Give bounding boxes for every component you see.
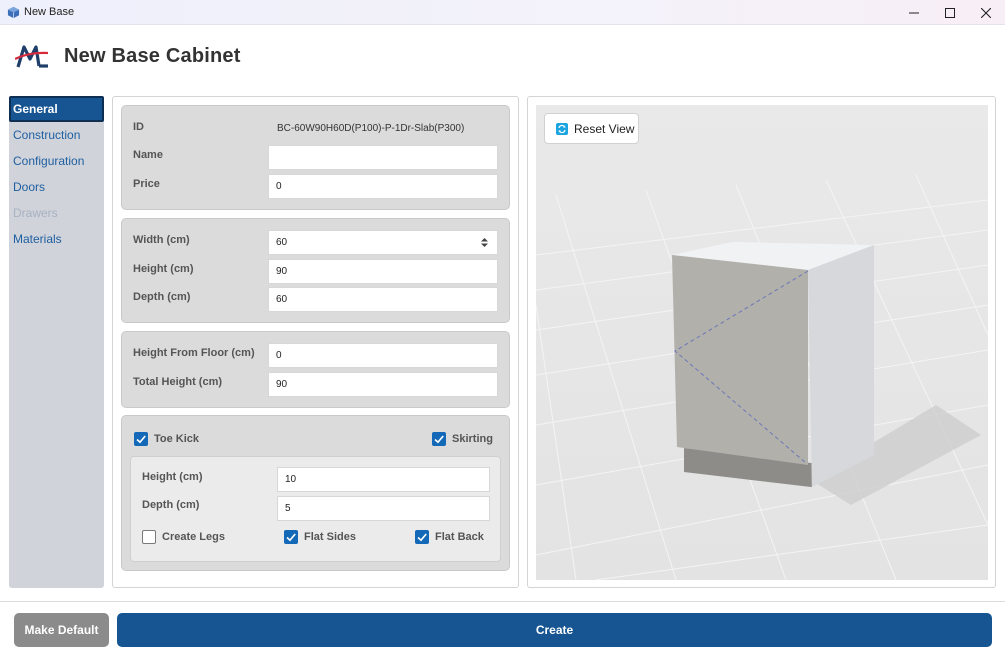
flat-sides-checkbox[interactable] (284, 530, 298, 544)
reset-view-label: Reset View (574, 121, 635, 136)
minimize-button[interactable] (896, 0, 932, 25)
3d-viewport[interactable]: Reset View (536, 105, 988, 580)
general-group: ID BC-60W90H60D(P100)-P-1Dr-Slab(P300) N… (121, 105, 510, 210)
depth-input[interactable]: 60 (268, 287, 498, 312)
sidebar-item-configuration[interactable]: Configuration (9, 148, 104, 174)
create-legs-checkbox[interactable] (142, 530, 156, 544)
width-label: Width (cm) (133, 234, 190, 246)
window-title: New Base (24, 6, 75, 18)
price-label: Price (133, 178, 160, 190)
toe-kick-depth-label: Depth (cm) (142, 499, 200, 511)
create-legs-label: Create Legs (162, 531, 225, 543)
spinner-icon[interactable] (481, 238, 488, 247)
skirting-checkbox[interactable] (432, 432, 446, 446)
toe-kick-depth-input[interactable]: 5 (277, 496, 490, 521)
width-value: 60 (276, 237, 288, 248)
cabinet-side (808, 245, 874, 487)
sidebar-item-doors[interactable]: Doors (9, 174, 104, 200)
id-value: BC-60W90H60D(P100)-P-1Dr-Slab(P300) (277, 123, 465, 134)
height-label: Height (cm) (133, 263, 194, 275)
sidebar-item-construction[interactable]: Construction (9, 122, 104, 148)
toe-kick-group: Toe Kick Skirting Height (cm) 10 Depth (… (121, 415, 510, 571)
checkmark-icon (434, 435, 444, 444)
ml-logo-icon (15, 45, 49, 68)
make-default-button[interactable]: Make Default (14, 613, 109, 647)
checkmark-icon (136, 435, 146, 444)
sidebar-item-general[interactable]: General (9, 96, 104, 122)
toe-kick-height-input[interactable]: 10 (277, 467, 490, 492)
toe-kick-checkbox[interactable] (134, 432, 148, 446)
create-button[interactable]: Create (117, 613, 992, 647)
total-height-label: Total Height (cm) (133, 376, 223, 388)
footer-divider (0, 601, 1005, 602)
name-label: Name (133, 149, 163, 161)
flat-back-checkbox[interactable] (415, 530, 429, 544)
width-input[interactable]: 60 (268, 230, 498, 255)
toe-kick-label: Toe Kick (154, 433, 200, 445)
close-button[interactable] (968, 0, 1004, 25)
maximize-button[interactable] (932, 0, 968, 25)
height-from-floor-input[interactable]: 0 (268, 343, 498, 368)
flat-back-label: Flat Back (435, 531, 484, 543)
app-cube-icon (7, 6, 20, 19)
page-title: New Base Cabinet (64, 45, 241, 67)
cabinet-3d-model (536, 105, 988, 580)
checkmark-icon (286, 533, 296, 542)
title-bar: New Base (0, 0, 1005, 25)
id-label: ID (133, 121, 144, 133)
sidebar: General Construction Configuration Doors… (9, 96, 104, 588)
height-from-floor-label: Height From Floor (cm) (133, 347, 255, 359)
cabinet-door (672, 255, 808, 465)
maximize-icon (945, 7, 955, 18)
reset-view-button[interactable]: Reset View (544, 113, 639, 144)
height-input[interactable]: 90 (268, 259, 498, 284)
name-input[interactable] (268, 145, 498, 170)
placement-group: Height From Floor (cm) 0 Total Height (c… (121, 331, 510, 408)
flat-sides-label: Flat Sides (304, 531, 356, 543)
depth-label: Depth (cm) (133, 291, 191, 303)
total-height-input[interactable]: 90 (268, 372, 498, 397)
price-input[interactable]: 0 (268, 174, 498, 199)
skirting-label: Skirting (452, 433, 493, 445)
refresh-icon (556, 122, 568, 135)
minimize-icon (909, 12, 919, 13)
form-panel: ID BC-60W90H60D(P100)-P-1Dr-Slab(P300) N… (112, 96, 519, 588)
sidebar-item-materials[interactable]: Materials (9, 226, 104, 252)
checkmark-icon (417, 533, 427, 542)
toe-kick-settings: Height (cm) 10 Depth (cm) 5 Create Legs … (130, 456, 501, 562)
close-icon (981, 7, 991, 18)
sidebar-item-drawers: Drawers (13, 206, 58, 220)
preview-panel: Reset View (527, 96, 996, 588)
dimensions-group: Width (cm) 60 Height (cm) 90 Depth (cm) … (121, 218, 510, 323)
toe-kick-height-label: Height (cm) (142, 471, 203, 483)
